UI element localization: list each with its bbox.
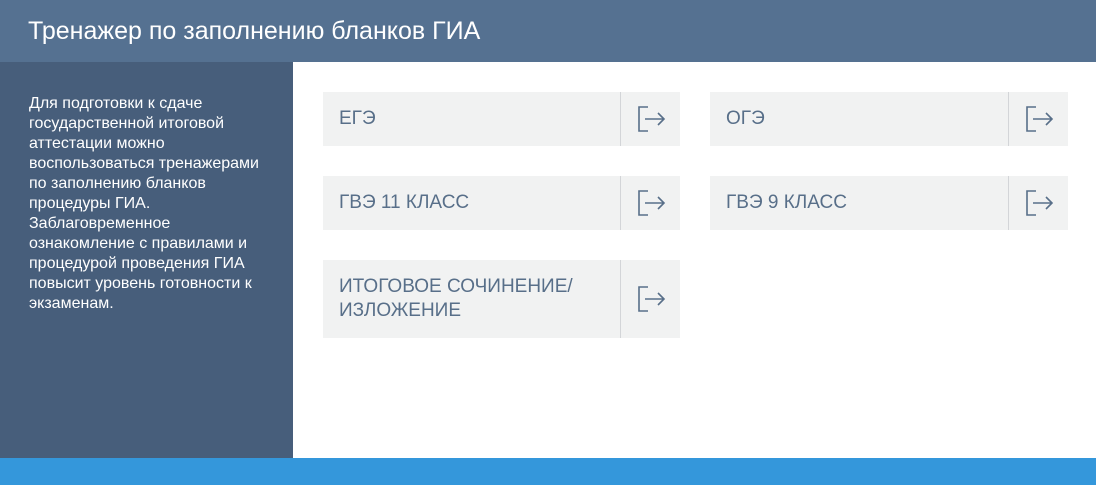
exit-arrow-icon[interactable] xyxy=(1009,92,1068,146)
gve-9-card-label: ГВЭ 9 КЛАСС xyxy=(726,192,847,213)
oge-card-label: ОГЭ xyxy=(726,108,765,129)
gve-11-card[interactable]: ГВЭ 11 КЛАСС xyxy=(323,176,680,230)
sidebar-description: Для подготовки к сдаче государственной и… xyxy=(29,95,259,312)
gve-9-card[interactable]: ГВЭ 9 КЛАСС xyxy=(710,176,1068,230)
sidebar: Для подготовки к сдаче государственной и… xyxy=(0,62,293,458)
ege-card[interactable]: ЕГЭ xyxy=(323,92,680,146)
oge-card[interactable]: ОГЭ xyxy=(710,92,1068,146)
ege-card-label: ЕГЭ xyxy=(339,108,376,129)
page-header: Тренажер по заполнению бланков ГИА xyxy=(0,0,1096,62)
gve-11-card-label: ГВЭ 11 КЛАСС xyxy=(339,192,470,213)
exit-arrow-icon[interactable] xyxy=(621,92,680,146)
main-content: ЕГЭ ОГЭ ГВЭ 11 КЛАСС ГВЭ 9 КЛАСС ИТОГОВО… xyxy=(293,62,1096,458)
final-essay-card-label: ИТОГОВОЕ СОЧИНЕНИЕ/ ИЗЛОЖЕНИЕ xyxy=(339,276,573,321)
footer-bar xyxy=(0,458,1096,485)
page-title: Тренажер по заполнению бланков ГИА xyxy=(28,17,481,45)
exit-arrow-icon[interactable] xyxy=(621,260,680,338)
exit-arrow-icon[interactable] xyxy=(621,176,680,230)
final-essay-card[interactable]: ИТОГОВОЕ СОЧИНЕНИЕ/ ИЗЛОЖЕНИЕ xyxy=(323,260,680,338)
exit-arrow-icon[interactable] xyxy=(1009,176,1068,230)
